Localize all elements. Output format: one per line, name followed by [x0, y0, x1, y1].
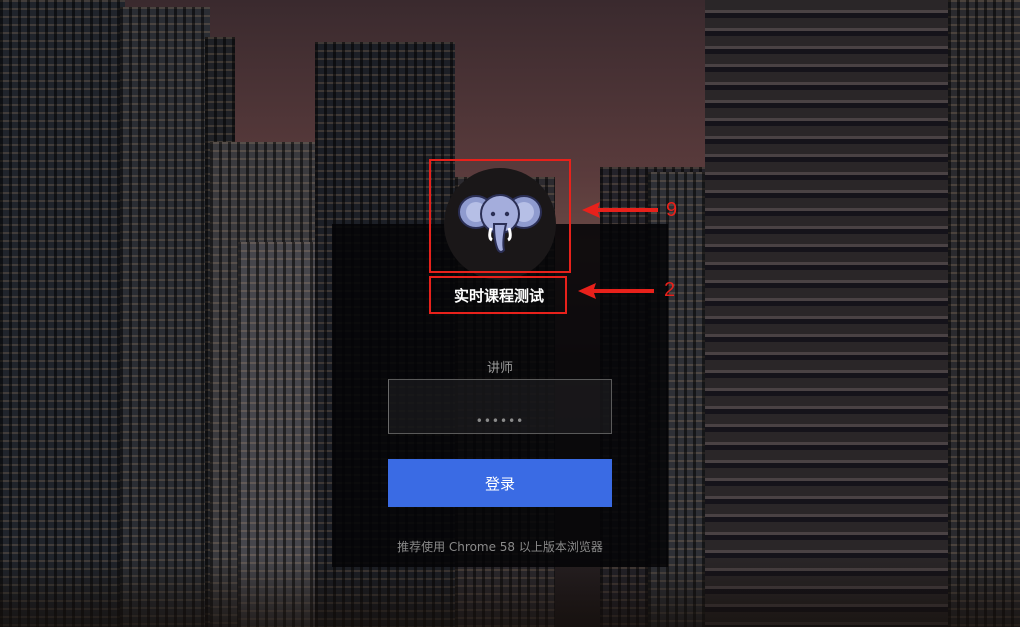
role-label: 讲师 [486, 361, 513, 376]
login-button[interactable]: 登录 [388, 459, 612, 507]
annotation-number-9: 9 [666, 199, 678, 221]
annotation-box-avatar [429, 159, 571, 273]
password-field[interactable] [388, 379, 612, 434]
annotation-arrow-avatar [582, 202, 658, 218]
annotation-arrow-title [578, 283, 654, 299]
browser-hint: 推荐使用 Chrome 58 以上版本浏览器 [397, 540, 603, 554]
annotation-box-title [429, 276, 567, 314]
annotation-number-2: 2 [664, 279, 676, 301]
